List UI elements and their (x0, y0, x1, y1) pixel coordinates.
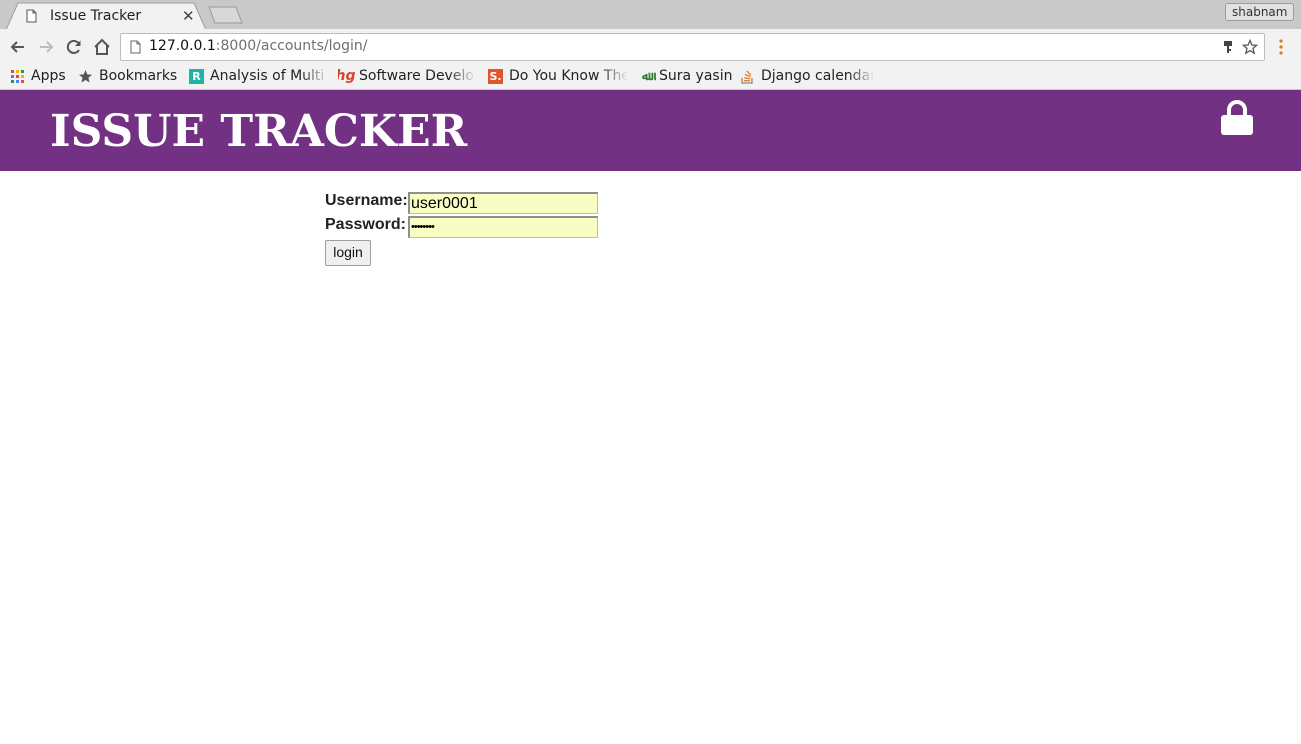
bookmark-analysis[interactable]: R Analysis of Multi (189, 67, 329, 85)
username-field[interactable]: user0001 (408, 192, 598, 214)
home-icon[interactable] (92, 37, 112, 57)
username-label: Username: (325, 192, 408, 209)
profile-button[interactable]: shabnam (1225, 3, 1295, 21)
bookmark-label: Analysis of Multi (210, 68, 325, 84)
page-icon (26, 9, 37, 23)
stackoverflow-icon (741, 70, 753, 84)
lock-icon[interactable] (1220, 100, 1254, 136)
new-tab-button[interactable] (208, 6, 244, 24)
bookmark-bookmarks[interactable]: Bookmarks (78, 67, 177, 85)
rstudio-icon: R (189, 68, 204, 84)
s-icon: S. (488, 68, 503, 84)
back-icon[interactable] (8, 37, 28, 57)
tab-title: Issue Tracker (50, 8, 142, 24)
password-field[interactable]: •••••••• (408, 216, 598, 238)
browser-toolbar: 127.0.0.1:8000/accounts/login/ (0, 29, 1301, 64)
bookmark-software[interactable]: hg Software Develo (338, 67, 476, 85)
bookmark-label: Do You Know The (509, 68, 628, 84)
page-info-icon[interactable] (130, 40, 141, 54)
hg-icon: hg (338, 68, 356, 84)
url-path: :8000/accounts/login/ (215, 38, 368, 54)
reload-icon[interactable] (64, 37, 84, 57)
tab-issue-tracker[interactable]: Issue Tracker ✕ (6, 2, 206, 30)
key-icon[interactable] (1223, 40, 1233, 54)
apps-grid-icon (11, 69, 24, 83)
close-icon[interactable]: ✕ (182, 7, 195, 25)
url-text: 127.0.0.1:8000/accounts/login/ (149, 38, 367, 54)
bookmarks-bar: Apps Bookmarks R Analysis of Multi hg So… (0, 64, 1301, 90)
star-icon[interactable] (1242, 39, 1258, 55)
tab-strip: Issue Tracker ✕ shabnam (0, 0, 1301, 30)
bookmark-do-you-know[interactable]: S. Do You Know The (488, 67, 628, 85)
site-header: ISSUE TRACKER (0, 90, 1301, 171)
bookmark-label: Bookmarks (99, 68, 178, 84)
menu-icon[interactable] (1278, 38, 1284, 56)
forward-icon[interactable] (36, 37, 56, 57)
arabic-icon: ﷲ (641, 69, 650, 83)
password-label: Password: (325, 216, 406, 233)
bookmark-apps[interactable]: Apps (10, 67, 66, 85)
bookmark-label: Sura yasin (659, 68, 733, 84)
star-icon (79, 69, 92, 82)
bookmark-django-calendar[interactable]: Django calendar (740, 67, 875, 85)
site-title: ISSUE TRACKER (50, 106, 468, 157)
login-button[interactable]: login (325, 240, 371, 266)
bookmark-label: Django calendar (761, 68, 875, 84)
bookmark-label: Software Develo (359, 68, 474, 84)
url-host: 127.0.0.1 (149, 38, 216, 54)
address-bar[interactable]: 127.0.0.1:8000/accounts/login/ (120, 33, 1265, 61)
bookmark-sura-yasin[interactable]: ﷲ Sura yasin (638, 67, 732, 85)
bookmark-label: Apps (31, 68, 66, 84)
